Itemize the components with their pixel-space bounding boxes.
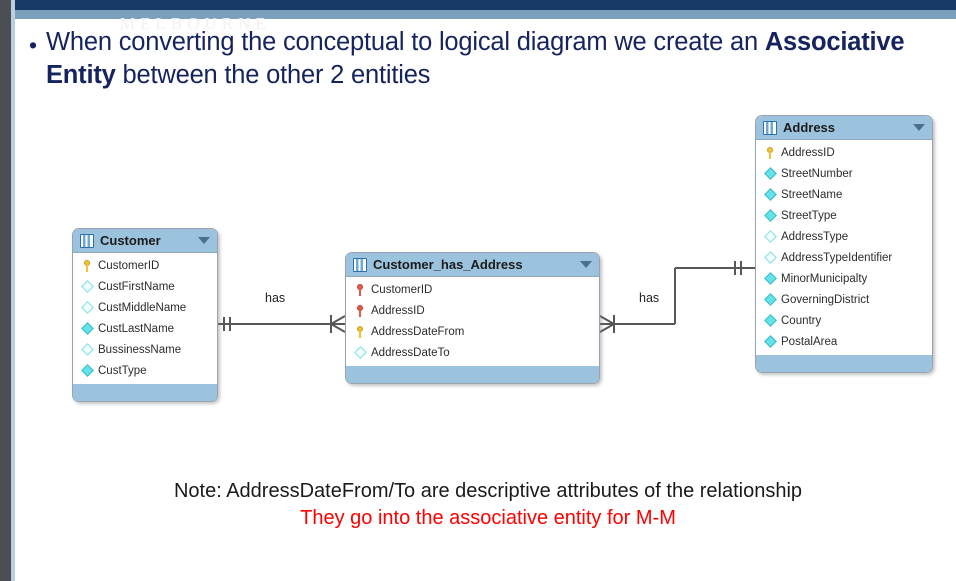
diamond-filled-icon [763, 209, 777, 222]
entity-address-title: Address [783, 120, 836, 135]
attribute-label: AddressID [371, 304, 425, 317]
attribute-row[interactable]: CustFirstName [73, 276, 217, 297]
diamond-filled-icon [763, 272, 777, 285]
attribute-label: StreetType [781, 209, 837, 222]
diamond-hollow-icon [80, 280, 94, 293]
entity-address-footer [756, 355, 932, 372]
key-icon [353, 325, 367, 338]
left-accent-strip [11, 0, 15, 581]
attribute-row[interactable]: GoverningDistrict [756, 289, 932, 310]
attribute-label: StreetNumber [781, 167, 853, 180]
diamond-hollow-icon [353, 346, 367, 359]
diamond-filled-icon [80, 322, 94, 335]
attribute-label: PostalArea [781, 335, 838, 348]
bullet-text-after: between the other 2 entities [115, 61, 431, 89]
entity-customer-has-address-title: Customer_has_Address [373, 257, 523, 272]
diamond-filled-icon [763, 314, 777, 327]
attribute-row[interactable]: CustMiddleName [73, 297, 217, 318]
note-line-2: They go into the associative entity for … [300, 507, 676, 529]
bullet-text: When converting the conceptual to logica… [46, 26, 930, 92]
attribute-row[interactable]: StreetNumber [756, 163, 932, 184]
attribute-row[interactable]: AddressID [756, 142, 932, 163]
attribute-row[interactable]: AddressID [346, 300, 599, 321]
attribute-label: CustFirstName [98, 280, 175, 293]
attribute-label: CustMiddleName [98, 301, 187, 314]
attribute-label: CustType [98, 364, 147, 377]
attribute-row[interactable]: AddressTypeIdentifier [756, 247, 932, 268]
attribute-row[interactable]: MinorMunicipalty [756, 268, 932, 289]
attribute-label: CustLastName [98, 322, 175, 335]
left-rail [0, 0, 11, 581]
attribute-label: AddressDateTo [371, 346, 450, 359]
attribute-label: GoverningDistrict [781, 293, 870, 306]
entity-customer-footer [73, 384, 217, 401]
attribute-label: AddressDateFrom [371, 325, 465, 338]
diamond-filled-icon [763, 188, 777, 201]
attribute-label: CustomerID [98, 259, 160, 272]
entity-customer-attributes: CustomerID CustFirstName CustMiddleName … [73, 253, 217, 384]
chevron-down-icon[interactable] [580, 261, 592, 268]
diamond-hollow-icon [80, 301, 94, 314]
chevron-down-icon[interactable] [913, 124, 925, 131]
slide-canvas: MELBOURNE • When converting the conceptu… [0, 0, 956, 581]
attribute-row[interactable]: StreetType [756, 205, 932, 226]
attribute-label: StreetName [781, 188, 843, 201]
entity-customer-has-address-header[interactable]: Customer_has_Address [346, 253, 599, 277]
attribute-row[interactable]: BussinessName [73, 339, 217, 360]
diamond-filled-icon [763, 167, 777, 180]
note-block: Note: AddressDateFrom/To are descriptive… [48, 478, 928, 532]
entity-address-attributes: AddressID StreetNumber StreetName Street… [756, 140, 932, 355]
diamond-filled-icon [763, 293, 777, 306]
key-icon [353, 283, 367, 296]
entity-customer-has-address[interactable]: Customer_has_Address CustomerID AddressI… [345, 252, 600, 384]
attribute-label: MinorMunicipalty [781, 272, 868, 285]
entity-customer-title: Customer [100, 233, 161, 248]
entity-address[interactable]: Address AddressID StreetNumber StreetNam… [755, 115, 933, 373]
attribute-label: AddressTypeIdentifier [781, 251, 893, 264]
diamond-hollow-icon [80, 343, 94, 356]
entity-customer-header[interactable]: Customer [73, 229, 217, 253]
attribute-row[interactable]: StreetName [756, 184, 932, 205]
entity-customer[interactable]: Customer CustomerID CustFirstName CustMi… [72, 228, 218, 402]
entity-customer-has-address-attributes: CustomerID AddressID AddressDateFrom Add… [346, 277, 599, 366]
attribute-row[interactable]: AddressDateFrom [346, 321, 599, 342]
attribute-row[interactable]: CustLastName [73, 318, 217, 339]
diamond-hollow-icon [763, 230, 777, 243]
attribute-label: CustomerID [371, 283, 433, 296]
attribute-row[interactable]: CustomerID [346, 279, 599, 300]
table-icon [353, 257, 367, 272]
attribute-label: AddressType [781, 230, 849, 243]
attribute-label: BussinessName [98, 343, 182, 356]
attribute-row[interactable]: AddressType [756, 226, 932, 247]
bullet-marker: • [28, 32, 38, 58]
relationship-label-customer-assoc: has [265, 291, 286, 305]
key-icon [353, 304, 367, 317]
attribute-label: Country [781, 314, 822, 327]
diamond-hollow-icon [763, 251, 777, 264]
bullet-paragraph: • When converting the conceptual to logi… [20, 26, 930, 92]
note-line-1: Note: AddressDateFrom/To are descriptive… [173, 480, 803, 502]
attribute-row[interactable]: AddressDateTo [346, 342, 599, 363]
chevron-down-icon[interactable] [198, 237, 210, 244]
attribute-label: AddressID [781, 146, 835, 159]
table-icon [80, 233, 94, 248]
table-icon [763, 120, 777, 135]
diamond-filled-icon [763, 335, 777, 348]
attribute-row[interactable]: PostalArea [756, 331, 932, 352]
top-navy-bar [15, 0, 956, 10]
attribute-row[interactable]: CustType [73, 360, 217, 381]
entity-customer-has-address-footer [346, 366, 599, 383]
bullet-text-before: When converting the conceptual to logica… [46, 28, 765, 56]
key-icon [763, 146, 777, 159]
attribute-row[interactable]: Country [756, 310, 932, 331]
relationship-label-assoc-address: has [639, 291, 660, 305]
key-icon [80, 259, 94, 272]
diamond-filled-icon [80, 364, 94, 377]
entity-address-header[interactable]: Address [756, 116, 932, 140]
attribute-row[interactable]: CustomerID [73, 255, 217, 276]
